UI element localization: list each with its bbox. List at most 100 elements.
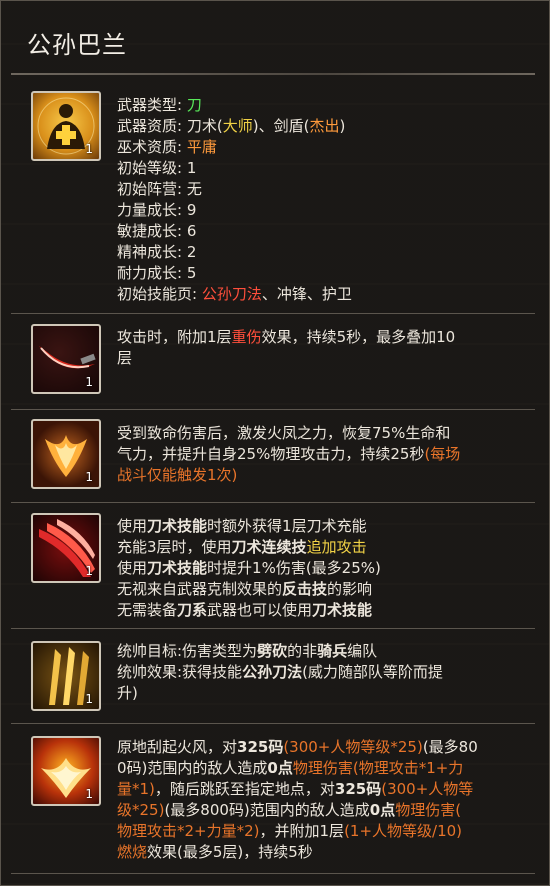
skill-keyword: 325码	[334, 780, 382, 798]
skill-keyword: 公孙刀法	[242, 663, 303, 681]
section-divider	[11, 628, 535, 629]
attr-value: )	[339, 117, 346, 135]
skill-text: 统帅目标:伤害类型为	[117, 642, 258, 660]
attr-value: 9	[186, 201, 197, 219]
skill-desc: 使用刀术技能时额外获得1层刀术充能 充能3层时，使用刀术连续技追加攻击 使用刀术…	[117, 516, 537, 621]
skill-formula: (300+人物等级*25)	[283, 738, 423, 756]
skill-text: 使用	[117, 559, 148, 577]
section-divider	[11, 723, 535, 724]
skill-text: 的影响	[327, 580, 373, 598]
skill-desc: 原地刮起火风，对325码(300+人物等级*25)(最多80 0码)范围内的敌人…	[117, 737, 537, 863]
attr-value: 1	[186, 159, 197, 177]
skill-formula: 级*25)	[117, 801, 165, 819]
curved-blade-icon: 1	[31, 324, 101, 394]
attr-label: 敏捷成长:	[117, 222, 183, 240]
attr-label: 初始技能页:	[117, 285, 198, 303]
skill-keyword: 刀术技能	[147, 517, 208, 535]
icon-level: 1	[85, 564, 93, 578]
attr-value: )、剑盾(	[252, 117, 310, 135]
skill-desc: 统帅目标:伤害类型为劈砍的非骑兵编队 统帅效果:获得技能公孙刀法(威力随部队等阶…	[117, 641, 537, 704]
skill-highlight: 追加攻击	[306, 538, 367, 556]
skill-text: 受到致命伤害后，激发火凤之力，恢复75%生命和	[117, 424, 451, 442]
skill-formula: 物理伤害(	[395, 801, 462, 819]
attr-value: 刀	[186, 96, 202, 114]
icon-level: 1	[85, 142, 93, 156]
skill-text: 时额外获得1层刀术充能	[207, 517, 367, 535]
skill-text: (最多80	[422, 738, 478, 756]
skill-desc: 攻击时，附加1层重伤效果，持续5秒，最多叠加10 层	[117, 327, 537, 369]
skill-formula: (300+人物等	[381, 780, 474, 798]
skill-text: ，随后跳跃至指定地点，对	[154, 780, 335, 798]
attr-value-highlight: 大师	[222, 117, 253, 135]
skill-text: 无需装备	[117, 601, 178, 619]
attr-label: 精神成长:	[117, 243, 183, 261]
skill-text: 原地刮起火风，对	[117, 738, 238, 756]
skill-text: 层	[117, 349, 133, 367]
attr-label: 武器类型:	[117, 96, 183, 114]
skill-desc: 受到致命伤害后，激发火凤之力，恢复75%生命和 气力，并提升自身25%物理攻击力…	[117, 423, 537, 486]
attr-label: 力量成长:	[117, 201, 183, 219]
skill-formula: 燃烧	[117, 843, 148, 861]
skill-text: 效果，持续5秒，最多叠加10	[261, 328, 456, 346]
fire-phoenix-icon: 1	[31, 736, 101, 806]
title-divider	[11, 73, 535, 75]
skill-text: (威力随部队等阶而提	[302, 663, 443, 681]
skill-text: 无视来自武器克制效果的	[117, 580, 283, 598]
skill-text: 使用	[117, 517, 148, 535]
attr-value: 5	[186, 264, 197, 282]
skill-note: (每场	[424, 445, 461, 463]
section-divider	[11, 873, 535, 874]
section-divider	[11, 409, 535, 410]
skill-text: 攻击时，附加1层	[117, 328, 232, 346]
skill-formula: 物理攻击*2+力量*2)	[117, 822, 260, 840]
attr-value-highlight: 公孙刀法	[201, 285, 262, 303]
attr-value: 平庸	[186, 138, 217, 156]
skill-formula: (1+人物等级/10)	[344, 822, 463, 840]
hero-name: 公孙巴兰	[27, 31, 127, 59]
skill-keyword: 骑兵	[317, 642, 348, 660]
skill-formula: 物理伤害(物理攻击*1+力	[292, 759, 464, 777]
skill-text: 的非	[287, 642, 318, 660]
skill-text: 编队	[347, 642, 378, 660]
icon-level: 1	[85, 692, 93, 706]
skill-text: 充能3层时，使用	[117, 538, 232, 556]
skill-keyword: 刀术技能	[312, 601, 373, 619]
skill-text: ，并附加1层	[259, 822, 345, 840]
skill-text: 升)	[117, 684, 138, 702]
attr-label: 耐力成长:	[117, 264, 183, 282]
attr-value: 刀术(	[186, 117, 223, 135]
skill-keyword: 反击技	[282, 580, 328, 598]
skill-keyword: 刀术技能	[147, 559, 208, 577]
skill-keyword: 刀术连续技	[231, 538, 307, 556]
skill-keyword: 0点	[369, 801, 396, 819]
skill-text: 0码)范围内的敌人造成	[117, 759, 268, 777]
skill-text: 效果(最多5层)，持续5秒	[147, 843, 313, 861]
phoenix-feather-icon: 1	[31, 419, 101, 489]
skill-note: 战斗仅能触发1次)	[117, 466, 238, 484]
red-slash-icon: 1	[31, 513, 101, 583]
skill-keyword: 刀系	[177, 601, 208, 619]
attr-value: 2	[186, 243, 197, 261]
attr-label: 巫术资质:	[117, 138, 183, 156]
buff-figure-icon: 1	[31, 91, 101, 161]
attr-label: 武器资质:	[117, 117, 183, 135]
attr-value-highlight: 杰出	[309, 117, 340, 135]
hero-detail-panel: 公孙巴兰 1 武器类型: 刀 武器资质: 刀术(大师)、剑盾(杰出) 巫术资质:…	[0, 0, 550, 886]
attr-label: 初始等级:	[117, 159, 183, 177]
attr-value: 无	[186, 180, 202, 198]
skill-text: (最多800码)范围内的敌人造成	[164, 801, 370, 819]
attr-value: 6	[186, 222, 197, 240]
skill-keyword: 重伤	[231, 328, 262, 346]
skill-text: 时提升1%伤害(最多25%)	[207, 559, 381, 577]
golden-blades-icon: 1	[31, 641, 101, 711]
icon-level: 1	[85, 375, 93, 389]
icon-level: 1	[85, 470, 93, 484]
section-divider	[11, 502, 535, 503]
skill-text: 统帅效果:获得技能	[117, 663, 243, 681]
skill-keyword: 325码	[237, 738, 284, 756]
attr-value: 、冲锋、护卫	[261, 285, 352, 303]
skill-formula: 量*1)	[117, 780, 155, 798]
skill-keyword: 劈砍	[257, 642, 288, 660]
skill-keyword: 0点	[267, 759, 293, 777]
attr-label: 初始阵营:	[117, 180, 183, 198]
